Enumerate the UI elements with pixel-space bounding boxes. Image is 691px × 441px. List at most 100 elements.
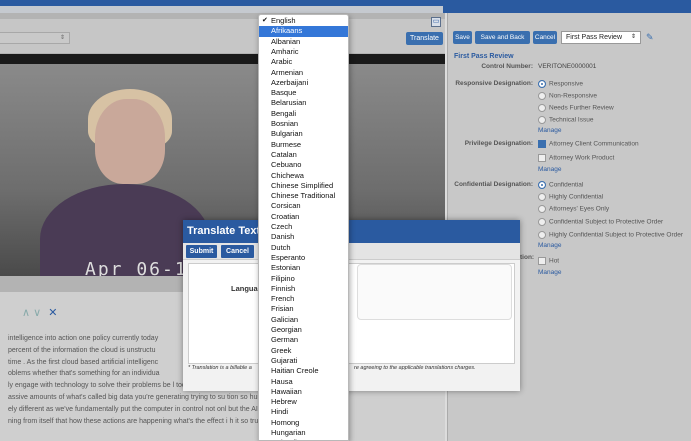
close-icon[interactable]: ✕ <box>48 307 57 319</box>
save-button[interactable]: Save <box>453 31 472 44</box>
language-option[interactable]: Armenian <box>259 68 348 78</box>
checkbox[interactable] <box>538 154 546 162</box>
billing-note: * Translation is a billable a re agreein… <box>188 365 518 371</box>
radio[interactable] <box>538 193 546 201</box>
language-option[interactable]: Basque <box>259 88 348 98</box>
radio-selected[interactable] <box>538 181 546 189</box>
submit-button[interactable]: Submit <box>186 245 217 258</box>
language-option[interactable]: Estonian <box>259 263 348 273</box>
language-option-label: Bulgarian <box>271 129 303 139</box>
language-option-label: Dutch <box>271 242 291 252</box>
language-option[interactable]: Hindi <box>259 407 348 417</box>
language-option[interactable]: Czech <box>259 222 348 232</box>
language-option[interactable]: Dutch <box>259 243 348 253</box>
confidential-option[interactable]: Highly Confidential Subject to Protectiv… <box>538 231 683 239</box>
billing-note-end: re agreeing to the applicable translatio… <box>354 365 476 371</box>
radio[interactable] <box>538 231 546 239</box>
language-option[interactable]: Danish <box>259 232 348 242</box>
language-option[interactable]: Bulgarian <box>259 129 348 139</box>
checkbox[interactable] <box>538 257 546 265</box>
language-option[interactable]: Haitian Creole <box>259 366 348 376</box>
option-label: Confidential Subject to Protective Order <box>549 218 664 226</box>
language-option[interactable]: Burmese <box>259 140 348 150</box>
translate-button[interactable]: Translate <box>406 32 443 45</box>
language-option[interactable]: Galician <box>259 315 348 325</box>
radio[interactable] <box>538 104 546 112</box>
hot-option[interactable]: Hot <box>538 257 559 265</box>
translation-text-area[interactable] <box>357 264 512 320</box>
language-option[interactable]: Esperanto <box>259 253 348 263</box>
language-option[interactable]: Bosnian <box>259 119 348 129</box>
language-option[interactable]: Chichewa <box>259 171 348 181</box>
language-option[interactable]: Belarusian <box>259 98 348 108</box>
language-dropdown-list[interactable]: ✔ English Afrikaans Albanian Amharic Arabic Ar… <box>258 14 349 441</box>
manage-link[interactable]: Manage <box>538 269 562 276</box>
language-option-label: Greek <box>271 345 292 355</box>
language-option[interactable]: Hungarian <box>259 428 348 438</box>
language-option[interactable]: Hawaiian <box>259 387 348 397</box>
cancel-button[interactable]: Cancel <box>533 31 557 44</box>
radio[interactable] <box>538 92 546 100</box>
responsive-option[interactable]: Needs Further Review <box>538 104 614 112</box>
language-option[interactable]: Azerbaijani <box>259 78 348 88</box>
language-option[interactable]: Gujarati <box>259 356 348 366</box>
hot-designation-label: tion: <box>520 254 535 261</box>
responsive-option[interactable]: Responsive <box>538 80 583 88</box>
responsive-option[interactable]: Non-Responsive <box>538 92 597 100</box>
language-option[interactable]: Frisian <box>259 304 348 314</box>
language-option[interactable]: Bengali <box>259 109 348 119</box>
language-option-label: Georgian <box>271 325 302 334</box>
manage-link[interactable]: Manage <box>538 242 562 249</box>
language-option[interactable]: Afrikaans <box>259 26 348 37</box>
language-option[interactable]: German <box>259 335 348 345</box>
source-language-select[interactable]: ⇕ <box>0 32 70 44</box>
language-option-label: Gujarati <box>271 355 298 365</box>
language-option[interactable]: Arabic <box>259 57 348 67</box>
language-option[interactable]: ✔ English <box>259 16 348 26</box>
language-option-label: Hausa <box>271 376 293 386</box>
transcript-tools: ∧ ∨ ✕ <box>22 306 57 319</box>
language-option[interactable]: Catalan <box>259 150 348 160</box>
privilege-option[interactable]: Attorney Client Communication <box>538 140 639 148</box>
radio[interactable] <box>538 218 546 226</box>
language-option[interactable]: French <box>259 294 348 304</box>
language-option[interactable]: Chinese Traditional <box>259 191 348 201</box>
checkbox-checked[interactable] <box>538 140 546 148</box>
confidential-option[interactable]: Confidential <box>538 181 583 189</box>
confidential-option[interactable]: Attorneys' Eyes Only <box>538 205 609 213</box>
responsive-option[interactable]: Technical Issue <box>538 116 593 124</box>
language-option-label: Croatian <box>271 211 300 221</box>
language-option[interactable]: Cebuano <box>259 160 348 170</box>
language-option[interactable]: Greek <box>259 346 348 356</box>
language-option[interactable]: Corsican <box>259 201 348 211</box>
confidential-designation-label: Confidential Designation: <box>454 181 533 188</box>
radio-selected[interactable] <box>538 80 546 88</box>
transcript-nav-icons[interactable]: ∧ ∨ <box>22 307 41 319</box>
language-option[interactable]: Amharic <box>259 47 348 57</box>
dialog-cancel-button[interactable]: Cancel <box>221 245 254 258</box>
language-option[interactable]: Homong <box>259 418 348 428</box>
language-option[interactable]: Hausa <box>259 377 348 387</box>
language-option[interactable]: Chinese Simplified <box>259 181 348 191</box>
save-and-back-button[interactable]: Save and Back <box>475 31 530 44</box>
radio[interactable] <box>538 205 546 213</box>
language-option[interactable]: Hebrew <box>259 397 348 407</box>
panel-toggle-icon[interactable]: ▭ <box>431 17 441 27</box>
language-option[interactable]: Filipino <box>259 274 348 284</box>
confidential-option[interactable]: Confidential Subject to Protective Order <box>538 218 663 226</box>
language-option[interactable]: Croatian <box>259 212 348 222</box>
manage-link[interactable]: Manage <box>538 127 562 134</box>
language-option-label: Frisian <box>271 304 294 314</box>
review-type-select[interactable]: First Pass Review ⇕ <box>561 31 641 44</box>
pencil-icon[interactable]: ✎ <box>646 32 654 43</box>
language-option[interactable]: Finnish <box>259 284 348 294</box>
privilege-option[interactable]: Attorney Work Product <box>538 154 614 162</box>
control-number-label: Control Number: <box>481 63 533 70</box>
radio[interactable] <box>538 116 546 124</box>
language-option[interactable]: Albanian <box>259 37 348 47</box>
language-option-label: Catalan <box>271 149 297 159</box>
manage-link[interactable]: Manage <box>538 166 562 173</box>
app-top-bar <box>0 0 691 13</box>
language-option[interactable]: Georgian <box>259 325 348 335</box>
confidential-option[interactable]: Highly Confidential <box>538 193 603 201</box>
